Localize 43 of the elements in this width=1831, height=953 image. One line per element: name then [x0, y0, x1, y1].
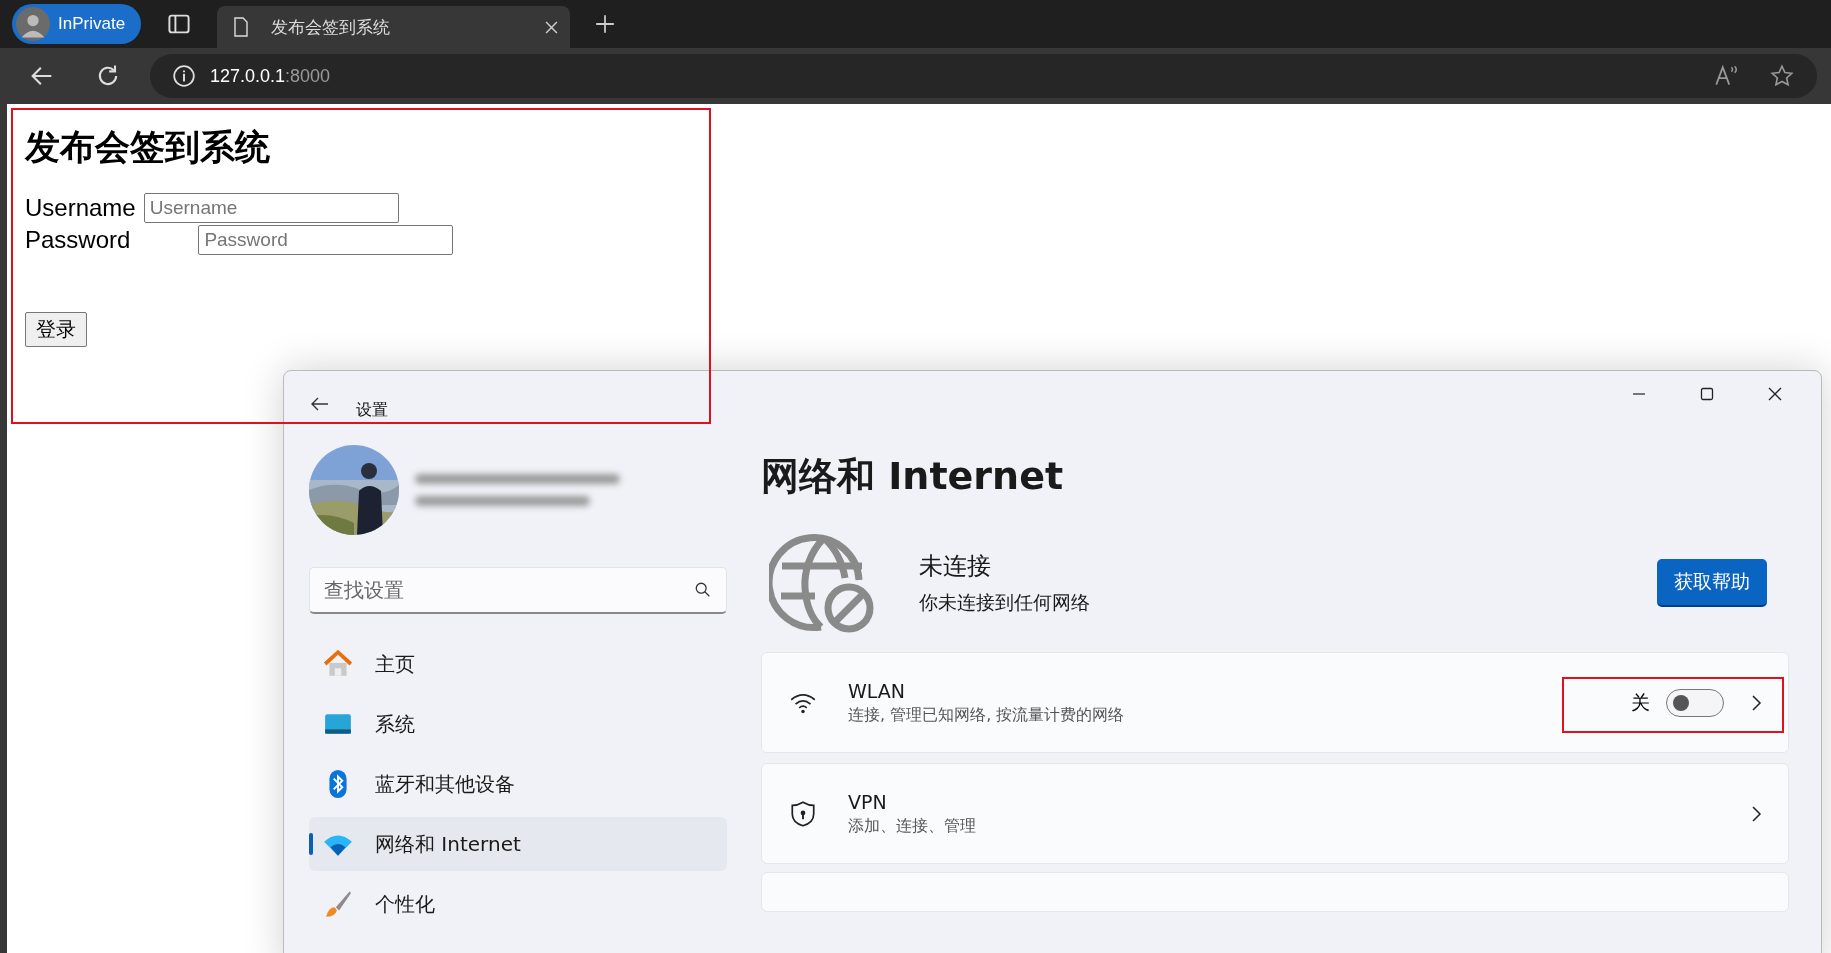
search-field[interactable]: 查找设置: [309, 567, 727, 614]
page-heading: 发布会签到系统: [25, 126, 271, 169]
status-detail: 你未连接到任何网络: [919, 590, 1090, 615]
brush-icon: [323, 889, 353, 919]
home-icon: [323, 649, 353, 679]
nav-item[interactable]: 主页: [309, 637, 727, 691]
nav-item[interactable]: 蓝牙和其他设备: [309, 757, 727, 811]
url-text: 127.0.0.1:8000: [210, 65, 331, 87]
input-field[interactable]: Password: [198, 225, 454, 255]
settings-row[interactable]: VPN 添加、连接、管理: [761, 763, 1789, 864]
star-icon[interactable]: [1769, 63, 1795, 89]
row-subtitle: 添加、连接、管理: [848, 815, 976, 837]
avatar-icon: [16, 7, 50, 41]
input-field[interactable]: Username: [143, 193, 399, 223]
profile-badge[interactable]: InPrivate: [12, 4, 142, 44]
row-title: VPN: [848, 790, 888, 813]
nav-item[interactable]: 系统: [309, 697, 727, 751]
shield-icon: [788, 798, 818, 829]
browser-tab[interactable]: 发布会签到系统: [217, 6, 571, 48]
chevron-right-icon[interactable]: [1750, 692, 1762, 713]
settings-row[interactable]: WLAN 连接, 管理已知网络, 按流量计费的网络 关: [761, 652, 1789, 753]
field-label: Password: [25, 226, 131, 254]
profile-label: InPrivate: [58, 14, 126, 34]
page-heading: 网络和 Internet: [761, 453, 1065, 500]
nav-item[interactable]: 网络和 Internet: [309, 817, 727, 871]
help-button[interactable]: 获取帮助: [1657, 559, 1767, 607]
window-title: 设置: [356, 399, 388, 421]
address-bar[interactable]: 127.0.0.1:8000: [150, 54, 1817, 98]
info-icon[interactable]: [172, 64, 196, 88]
page-icon: [233, 17, 250, 37]
row-subtitle: 连接, 管理已知网络, 按流量计费的网络: [848, 704, 1125, 726]
toggle-switch[interactable]: [1666, 688, 1724, 717]
toggle-state-label: 关: [1631, 689, 1650, 715]
nav-item[interactable]: 个性化: [309, 877, 727, 931]
chevron-right-icon[interactable]: [1750, 803, 1762, 824]
new-tab-icon[interactable]: [594, 13, 617, 35]
close-icon[interactable]: [545, 20, 559, 34]
tab-actions-icon[interactable]: [167, 12, 192, 36]
row-title: WLAN: [848, 679, 907, 702]
field-label: Username: [25, 194, 136, 222]
status-title: 未连接: [919, 551, 992, 582]
login-button[interactable]: 登录: [25, 312, 87, 347]
search-icon[interactable]: [694, 581, 712, 599]
